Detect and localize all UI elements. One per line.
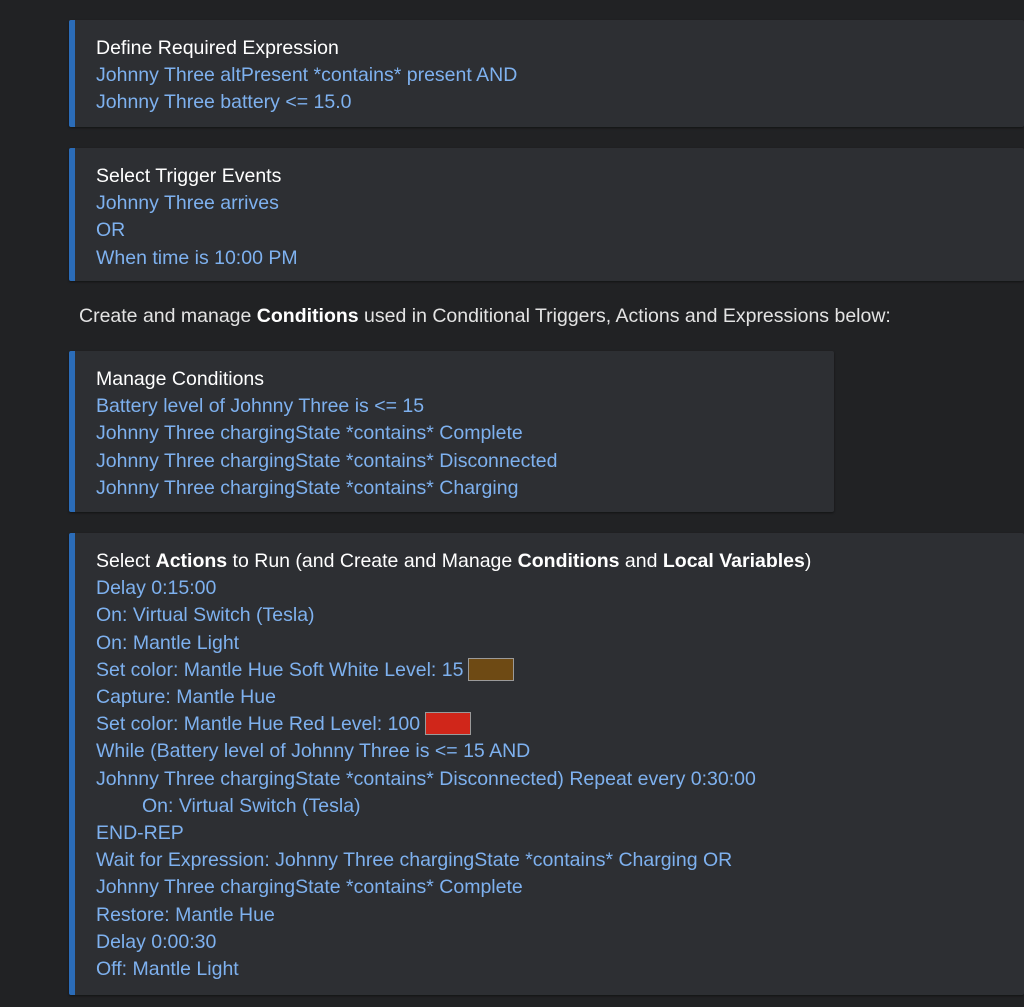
- actions-title: Select Actions to Run (and Create and Ma…: [96, 548, 1024, 575]
- required-expression-title: Define Required Expression: [96, 37, 339, 59]
- info-prefix: Create and manage: [79, 305, 257, 327]
- trigger-line: OR: [96, 219, 126, 242]
- condition-line: Battery level of Johnny Three is <= 15: [96, 395, 425, 418]
- manage-conditions-title: Manage Conditions: [96, 368, 265, 390]
- condition-line: Johnny Three chargingState *contains* Di…: [96, 449, 558, 472]
- color-swatch-red: [425, 712, 472, 736]
- action-text: Set color: Mantle Hue Soft White Level: …: [96, 658, 464, 681]
- manage-conditions-panel[interactable]: Manage Conditions Battery level of Johnn…: [69, 351, 834, 512]
- action-line: Delay 0:15:00: [96, 577, 217, 600]
- actions-title-bold: Actions: [155, 550, 228, 572]
- action-text: Set color: Mantle Hue Red Level: 100: [96, 713, 421, 736]
- trigger-line: When time is 10:00 PM: [96, 246, 298, 269]
- action-line: Wait for Expression: Johnny Three chargi…: [96, 849, 733, 872]
- action-line: Off: Mantle Light: [96, 958, 239, 981]
- condition-line: Johnny Three chargingState *contains* Co…: [96, 422, 523, 445]
- action-line: Restore: Mantle Hue: [96, 903, 275, 926]
- trigger-events-title: Select Trigger Events: [96, 165, 282, 187]
- action-line-set-color: Set color: Mantle Hue Red Level: 100: [96, 711, 1024, 738]
- condition-line: Johnny Three chargingState *contains* Ch…: [96, 476, 519, 499]
- trigger-events-panel[interactable]: Select Trigger Events Johnny Three arriv…: [69, 148, 1024, 281]
- actions-title-part: to Run (and Create and Manage: [227, 550, 518, 572]
- action-line: Johnny Three chargingState *contains* Di…: [96, 767, 756, 790]
- actions-panel[interactable]: Select Actions to Run (and Create and Ma…: [69, 533, 1024, 995]
- trigger-line: Johnny Three arrives: [96, 192, 279, 215]
- required-expression-panel[interactable]: Define Required Expression Johnny Three …: [69, 20, 1024, 127]
- actions-title-bold: Conditions: [517, 550, 620, 572]
- action-line: While (Battery level of Johnny Three is …: [96, 740, 531, 763]
- action-line: Delay 0:00:30: [96, 930, 217, 953]
- actions-title-part: ): [804, 550, 812, 572]
- action-line-nested: On: Virtual Switch (Tesla): [142, 794, 361, 817]
- expression-line: Johnny Three battery <= 15.0: [96, 91, 352, 114]
- conditions-info-text: Create and manage Conditions used in Con…: [79, 303, 891, 330]
- actions-title-bold: Local Variables: [662, 550, 805, 572]
- actions-title-part: Select: [96, 550, 156, 572]
- action-line-set-color: Set color: Mantle Hue Soft White Level: …: [96, 657, 1024, 684]
- action-line: END-REP: [96, 822, 184, 845]
- action-line: Capture: Mantle Hue: [96, 686, 276, 709]
- info-suffix: used in Conditional Triggers, Actions an…: [358, 305, 891, 327]
- action-line: Johnny Three chargingState *contains* Co…: [96, 876, 523, 899]
- action-line: On: Mantle Light: [96, 631, 240, 654]
- info-bold: Conditions: [256, 305, 359, 327]
- color-swatch-soft-white: [468, 657, 515, 681]
- actions-title-part: and: [619, 550, 663, 572]
- action-line: On: Virtual Switch (Tesla): [96, 604, 315, 627]
- expression-line: Johnny Three altPresent *contains* prese…: [96, 64, 518, 87]
